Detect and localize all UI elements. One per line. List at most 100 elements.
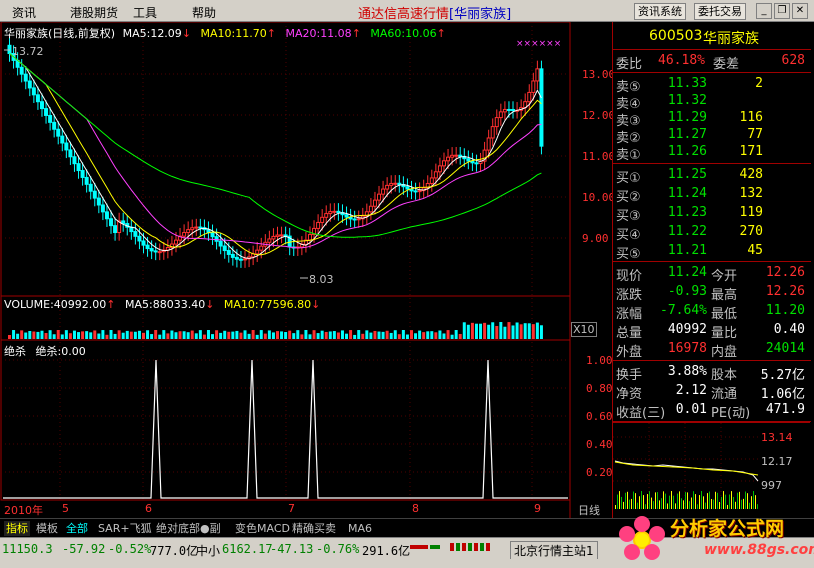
menu-item-news[interactable]: 资讯 — [12, 4, 36, 21]
sell-volume: 171 — [739, 144, 763, 159]
candle-body — [494, 117, 499, 128]
candle-body — [368, 205, 373, 213]
menu-item-tools[interactable]: 工具 — [133, 4, 157, 21]
mini-volume-bar — [755, 495, 756, 509]
tab-indicator[interactable]: 指标 — [4, 521, 30, 536]
volume-bar — [32, 331, 36, 339]
stat-value: 11.20 — [765, 303, 805, 318]
sell-level-4[interactable]: 卖④ 11.32 — [613, 93, 811, 112]
sh-index: 11150.3 — [2, 542, 53, 556]
mini-index-chart[interactable]: 13.14 12.17 997 — [612, 422, 810, 518]
menu-item-futures[interactable]: 港股期货 — [70, 4, 118, 21]
server-label[interactable]: 北京行情主站1 — [510, 541, 598, 560]
sell-level-3[interactable]: 卖③ 11.29 116 — [613, 110, 811, 129]
volume-bar — [64, 330, 68, 339]
volume-bar — [527, 323, 531, 339]
zx-index: 6162.17 — [222, 542, 273, 556]
mini-top-value: 13.14 — [761, 431, 793, 444]
volume-bar — [495, 325, 499, 339]
volume-bar — [77, 332, 81, 339]
candle-body — [104, 211, 109, 220]
mini-volume-bar — [649, 491, 650, 509]
tab-buysell[interactable]: 精确买卖 — [290, 521, 338, 536]
volume-bar — [418, 330, 422, 339]
buy-level-5[interactable]: 买⑤ 11.21 45 — [613, 243, 811, 262]
stat-label: 外盘 — [616, 345, 643, 360]
chart-area[interactable]: ×××××× 华丽家族(日线,前复权) MA5:12.09↓ MA10:11.7… — [0, 22, 615, 518]
stat-row: 涨跌 -0.93 最高 12.26 — [613, 284, 811, 303]
volume-bar — [117, 330, 121, 339]
candle-body — [31, 87, 36, 96]
candle-body — [441, 160, 446, 167]
watermark-url: www.88gs.com — [704, 542, 814, 558]
volume-bar — [369, 332, 373, 339]
candle-body — [397, 182, 402, 186]
buy-level-3[interactable]: 买③ 11.23 119 — [613, 205, 811, 224]
ma10-label: MA10:11.70 — [200, 27, 267, 40]
candle-body — [109, 218, 114, 227]
mini-volume-bar — [665, 493, 666, 509]
menu-bar: 资讯 港股期货 工具 帮助 通达信高速行情[华丽家族] 资讯系统 委托交易 _ … — [0, 0, 814, 22]
candlestick-chart[interactable]: ×××××× — [0, 22, 612, 518]
volume-bar — [340, 330, 344, 339]
date-label-2010: 2010年 — [4, 504, 43, 517]
volume-bar — [16, 333, 20, 339]
ma10-line — [9, 53, 542, 256]
tab-macd[interactable]: 变色MACD — [233, 521, 292, 536]
volume-bar — [125, 330, 129, 339]
news-system-button[interactable]: 资讯系统 — [634, 3, 686, 20]
sell-level-5[interactable]: 卖⑤ 11.33 2 — [613, 76, 811, 95]
finance-row: 收益(三) 0.01 PE(动) 471.9 — [613, 402, 811, 421]
tab-bottom[interactable]: 绝对底部●副 — [154, 521, 223, 536]
volume-bar — [211, 334, 215, 339]
restore-icon[interactable]: ❐ — [774, 3, 790, 19]
candle-body — [44, 108, 49, 116]
close-icon[interactable]: ✕ — [792, 3, 808, 19]
finance-label: 股本 — [711, 368, 738, 383]
candle-body — [210, 232, 215, 238]
sell-level-2[interactable]: 卖② 11.27 77 — [613, 127, 811, 146]
indicator-legend: 绝杀 绝杀:0.00 — [4, 343, 86, 359]
candle-body — [214, 236, 219, 242]
candle-body — [84, 176, 89, 185]
buy-price: 11.21 — [667, 243, 707, 258]
sell-level-1[interactable]: 卖① 11.26 171 — [613, 144, 811, 163]
finance-value: 0.01 — [675, 402, 707, 417]
volume-bar — [137, 330, 141, 339]
stat-label: 涨跌 — [616, 288, 643, 303]
volume-bar — [320, 330, 324, 339]
minimize-icon[interactable]: _ — [756, 3, 772, 19]
weicha-label: 委差 — [713, 57, 740, 72]
tab-sar[interactable]: SAR+飞狐 — [96, 521, 154, 536]
market-breadth-icon — [410, 543, 502, 555]
candle-body — [23, 73, 28, 82]
buy-level-1[interactable]: 买① 11.25 428 — [613, 167, 811, 186]
zx-change: -47.13 — [270, 542, 314, 556]
high-price-mark: 13.72 — [12, 45, 44, 58]
mini-volume-bar — [707, 493, 708, 509]
mini-volume-bar — [679, 491, 680, 509]
stat-label: 最低 — [711, 307, 738, 322]
volume-bar — [539, 325, 543, 339]
volume-bar — [97, 333, 101, 339]
buy-level-2[interactable]: 买② 11.24 132 — [613, 186, 811, 205]
volume-bar — [150, 334, 154, 339]
trade-button[interactable]: 委托交易 — [694, 3, 746, 20]
period-label[interactable]: 日线 — [578, 502, 600, 518]
candle-body — [64, 142, 69, 151]
date-label-5: 5 — [62, 502, 69, 515]
volume-bar — [470, 322, 474, 339]
volume-bar — [243, 330, 247, 339]
tab-all[interactable]: 全部 — [64, 521, 90, 536]
volume-bar — [146, 330, 150, 339]
menu-item-help[interactable]: 帮助 — [192, 4, 216, 21]
tab-ma6[interactable]: MA6 — [346, 521, 374, 536]
tab-template[interactable]: 模板 — [34, 521, 60, 536]
candle-body — [498, 111, 503, 119]
indicator-panel-border — [0, 339, 571, 501]
candle-body — [39, 101, 44, 110]
buy-level-4[interactable]: 买④ 11.22 270 — [613, 224, 811, 243]
volume-bar — [511, 325, 515, 339]
stock-name: 华丽家族 — [703, 31, 759, 47]
mini-volume-bar — [627, 491, 628, 509]
